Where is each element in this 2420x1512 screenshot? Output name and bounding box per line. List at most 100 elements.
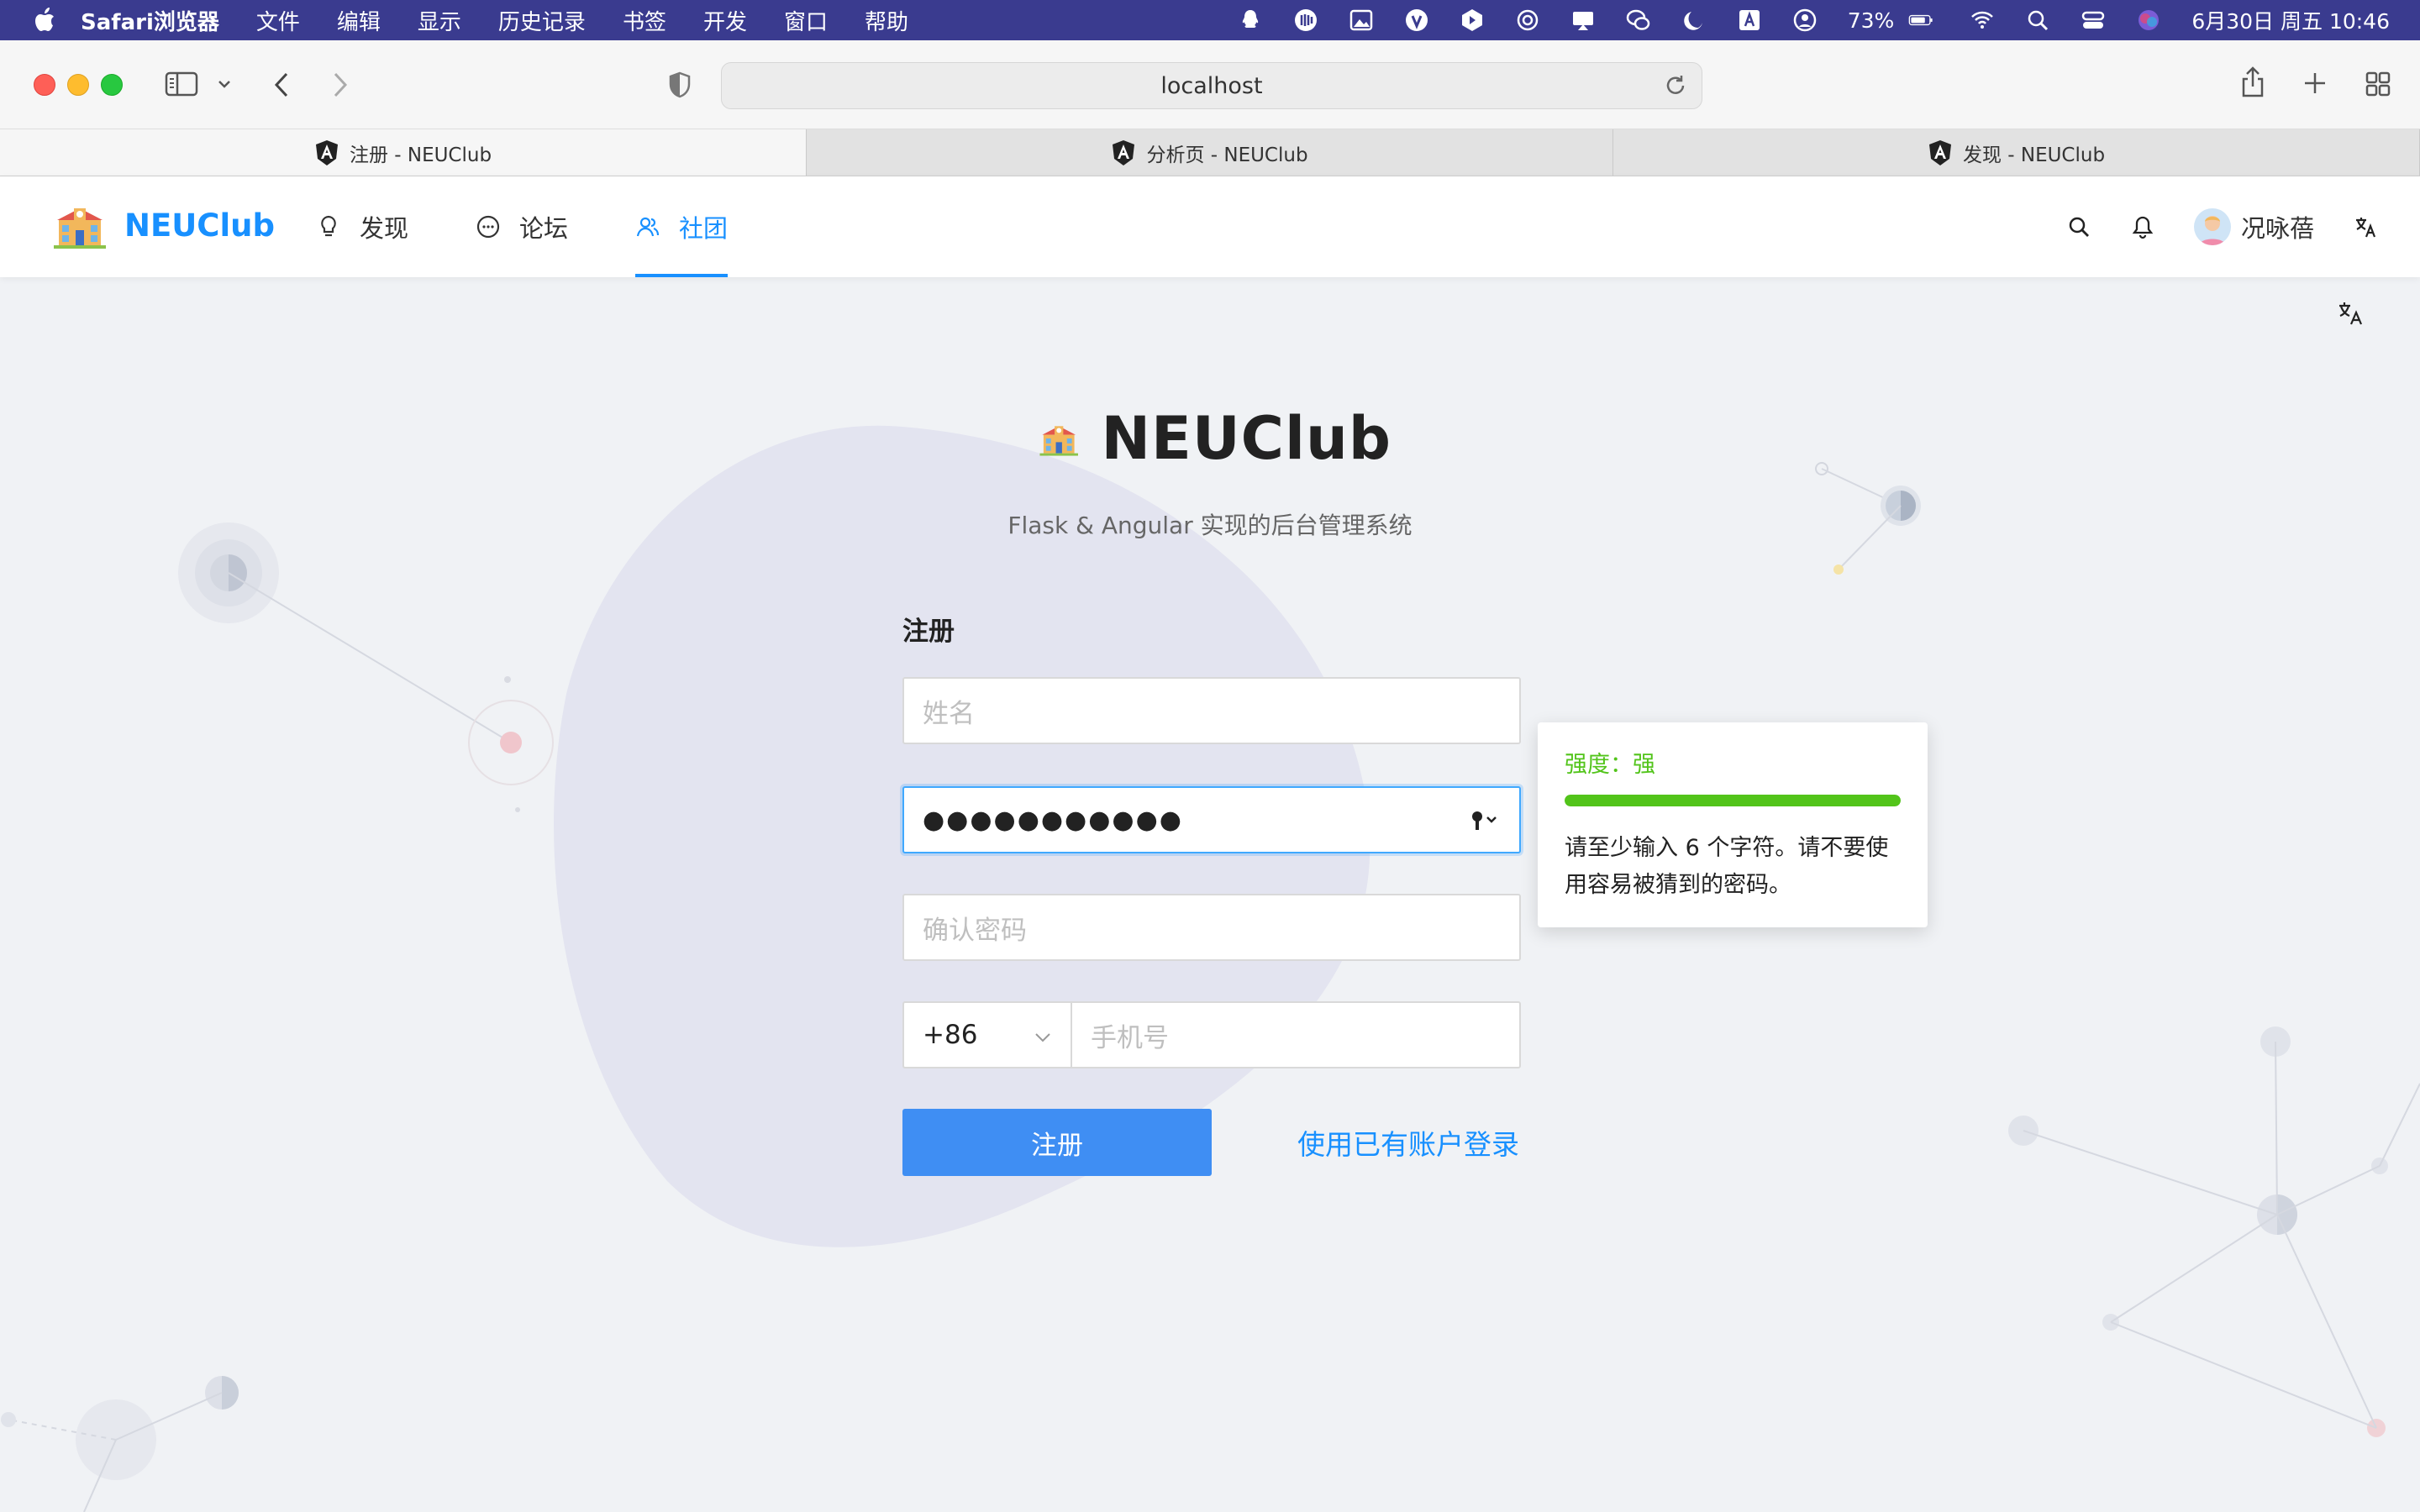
register-page: NEUClub Flask & Angular 实现的后台管理系统 注册 姓名 … (0, 277, 2420, 1512)
menu-edit[interactable]: 编辑 (337, 5, 381, 36)
confirm-placeholder: 确认密码 (923, 915, 1027, 946)
form-heading: 注册 (902, 617, 955, 647)
sync-icon[interactable] (1515, 8, 1540, 33)
name-placeholder: 姓名 (923, 698, 975, 729)
nav-label: 发现 (360, 214, 409, 243)
screen-mirror-icon[interactable] (1570, 8, 1596, 33)
qq-icon[interactable] (1238, 8, 1263, 33)
chevron-down-icon[interactable] (217, 77, 232, 91)
music-icon[interactable] (1293, 8, 1318, 33)
user-icon[interactable] (1792, 8, 1818, 33)
message-icon (476, 215, 500, 239)
address-bar[interactable]: localhost (721, 62, 1702, 109)
translate-icon[interactable] (2336, 299, 2365, 328)
user-name[interactable]: 况咏蓓 (2241, 209, 2314, 244)
sidebar-toggle-icon[interactable] (165, 71, 198, 97)
siri-icon[interactable] (2136, 8, 2161, 33)
battery-icon[interactable] (1902, 8, 1939, 33)
vpn-icon[interactable] (1404, 8, 1429, 33)
brand-link[interactable]: NEUClub (52, 202, 275, 249)
password-input[interactable]: ●●●●●●●●●●● (902, 786, 1521, 853)
page-title-text: NEUClub (1101, 404, 1392, 473)
menu-help[interactable]: 帮助 (865, 5, 908, 36)
main-nav: 发现 论坛 社团 (282, 176, 761, 277)
register-button[interactable]: 注册 (902, 1109, 1212, 1176)
close-window-button[interactable] (34, 74, 55, 96)
strength-bar-fill (1565, 795, 1901, 806)
register-form: 注册 姓名 ●●●●●●●●●●● 确认密码 +86 手机号 注册 使用已有账户… (902, 610, 1521, 1176)
nav-label: 社团 (679, 214, 729, 243)
share-icon[interactable] (2240, 66, 2265, 99)
menu-window[interactable]: 窗口 (784, 5, 828, 36)
search-icon[interactable] (2066, 214, 2091, 239)
fullscreen-window-button[interactable] (101, 74, 123, 96)
menu-app-name[interactable]: Safari浏览器 (81, 5, 219, 36)
battery-percent: 73% (1847, 8, 1895, 33)
translate-icon[interactable] (2353, 214, 2378, 239)
minimize-window-button[interactable] (67, 74, 89, 96)
name-input[interactable]: 姓名 (902, 677, 1521, 744)
avatar[interactable] (2193, 208, 2231, 245)
back-icon[interactable] (271, 71, 292, 99)
school-logo-icon (1039, 426, 1078, 456)
app-icon[interactable] (1460, 8, 1485, 33)
tab-discover[interactable]: 发现 - NEUClub (1613, 129, 2420, 176)
apple-icon[interactable] (34, 8, 55, 33)
nav-discover[interactable]: 发现 (282, 176, 442, 277)
photo-icon[interactable] (1349, 8, 1374, 33)
angular-icon (1928, 139, 1951, 165)
tab-register[interactable]: 注册 - NEUClub (0, 129, 807, 176)
bulb-icon (321, 215, 336, 237)
tab-overview-icon[interactable] (2365, 71, 2391, 97)
page-subtitle: Flask & Angular 实现的后台管理系统 (1007, 512, 1413, 539)
page-title: NEUClub (1039, 404, 1392, 473)
password-value: ●●●●●●●●●●● (923, 805, 1183, 835)
tab-label: 注册 - NEUClub (349, 144, 492, 166)
menu-bookmarks[interactable]: 书签 (623, 5, 666, 36)
chevron-down-icon (1035, 1033, 1050, 1042)
bell-icon[interactable] (2130, 214, 2155, 239)
key-autofill-icon[interactable] (1469, 808, 1502, 833)
tab-label: 发现 - NEUClub (1962, 144, 2106, 166)
reload-icon[interactable] (1663, 73, 1688, 98)
menu-file[interactable]: 文件 (256, 5, 300, 36)
strength-text: 强度：强 (1565, 752, 1655, 778)
browser-toolbar: localhost (0, 40, 2420, 129)
menu-history[interactable]: 历史记录 (498, 5, 586, 36)
menu-view[interactable]: 显示 (418, 5, 461, 36)
app-header: NEUClub 发现 论坛 社团 况咏蓓 (0, 176, 2420, 277)
forward-icon[interactable] (329, 71, 351, 99)
tab-bar: 注册 - NEUClub 分析页 - NEUClub 发现 - NEUClub (0, 129, 2420, 176)
brand-name: NEUClub (124, 207, 275, 244)
new-tab-icon[interactable] (2302, 71, 2328, 96)
country-code-select[interactable]: +86 (902, 1001, 1071, 1068)
wechat-icon[interactable] (1626, 8, 1651, 33)
password-hint: 请至少输入 6 个字符。请不要使用容易被猜到的密码。 (1565, 835, 1889, 898)
school-logo-icon (54, 208, 106, 249)
url-text[interactable]: localhost (1160, 73, 1262, 99)
confirm-password-input[interactable]: 确认密码 (902, 894, 1521, 961)
moon-icon[interactable] (1681, 8, 1707, 33)
angular-icon (1113, 139, 1135, 165)
phone-input[interactable]: 手机号 (1071, 1001, 1521, 1068)
team-icon (636, 217, 660, 237)
nav-label: 论坛 (519, 214, 569, 243)
spotlight-icon[interactable] (2025, 8, 2050, 33)
wifi-icon[interactable] (1970, 8, 1995, 33)
macos-menubar: Safari浏览器 文件 编辑 显示 历史记录 书签 开发 窗口 帮助 73% … (0, 0, 2420, 40)
angular-icon (315, 139, 338, 165)
menubar-datetime[interactable]: 6月30日 周五 10:46 (2191, 5, 2390, 35)
nav-forum[interactable]: 论坛 (442, 176, 602, 277)
menu-develop[interactable]: 开发 (703, 5, 747, 36)
phone-row: +86 手机号 (902, 1001, 1521, 1068)
nav-clubs[interactable]: 社团 (602, 176, 761, 277)
privacy-shield-icon[interactable] (667, 71, 692, 99)
control-center-icon[interactable] (2081, 8, 2106, 33)
input-method-icon[interactable] (1737, 8, 1762, 33)
tab-label: 分析页 - NEUClub (1146, 144, 1308, 166)
phone-placeholder: 手机号 (1091, 1022, 1169, 1053)
password-strength-popover: 强度：强 请至少输入 6 个字符。请不要使用容易被猜到的密码。 (1538, 722, 1928, 927)
country-code-value: +86 (923, 1020, 978, 1050)
tab-analysis[interactable]: 分析页 - NEUClub (807, 129, 1613, 176)
login-link[interactable]: 使用已有账户登录 (1297, 1109, 1519, 1176)
